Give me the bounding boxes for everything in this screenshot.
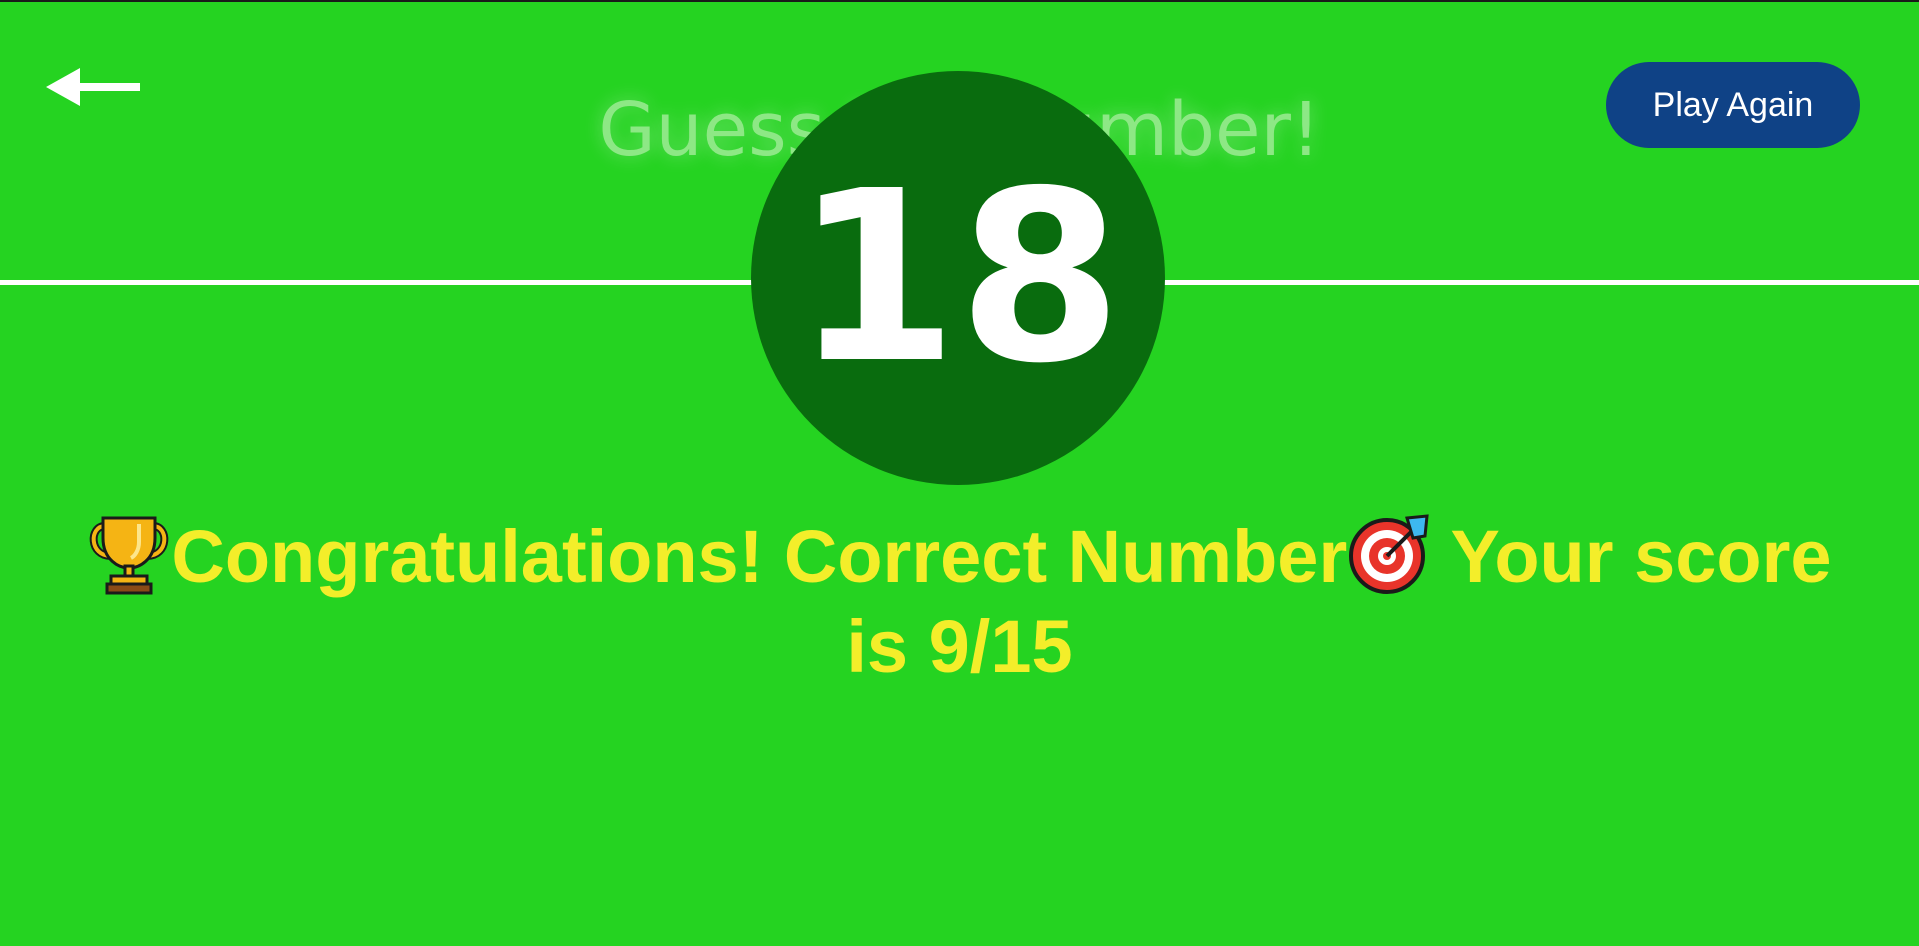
trophy-icon	[87, 512, 171, 596]
direct-hit-icon	[1347, 512, 1431, 596]
play-again-button[interactable]: Play Again	[1606, 62, 1860, 148]
top-border	[0, 0, 1919, 2]
result-message: Congratulations! Correct Number Your sco…	[60, 512, 1859, 692]
result-text-part1: Congratulations! Correct Number	[171, 515, 1348, 598]
number-circle: 18	[751, 71, 1165, 485]
secret-number: 18	[793, 140, 1123, 415]
